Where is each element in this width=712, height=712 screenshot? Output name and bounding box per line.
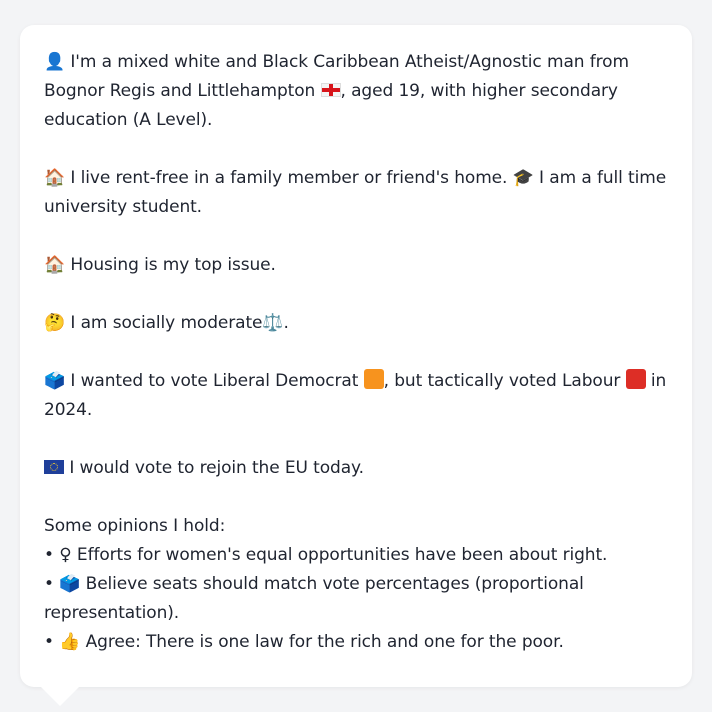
bullet-dot: •: [44, 545, 54, 565]
top-issue-paragraph: 🏠 Housing is my top issue.: [44, 251, 668, 280]
graduation-cap-icon: 🎓: [512, 168, 534, 188]
ballot-box-icon: 🗳️: [44, 371, 66, 391]
orange-square-icon: [363, 369, 384, 389]
vote-paragraph: 🗳️ I wanted to vote Liberal Democrat , b…: [44, 367, 668, 425]
england-flag-icon: [320, 83, 341, 97]
scales-icon: ⚖️: [262, 313, 284, 333]
bullet-dot: •: [44, 574, 54, 594]
thinking-face-icon: 🤔: [44, 313, 66, 333]
bullet-dot: •: [44, 632, 54, 652]
profile-text: 👤 I'm a mixed white and Black Caribbean …: [44, 48, 668, 657]
list-item: • 👍 Agree: There is one law for the rich…: [44, 628, 668, 657]
person-icon: 👤: [44, 52, 66, 72]
identity-paragraph: 👤 I'm a mixed white and Black Caribbean …: [44, 48, 668, 135]
vote-text-2: , but tactically voted Labour: [383, 371, 621, 391]
opinion-text: Agree: There is one law for the rich and…: [85, 632, 564, 652]
red-square-icon: [625, 369, 646, 389]
eu-text: I would vote to rejoin the EU today.: [69, 458, 364, 478]
female-sign-icon: ♀: [59, 545, 72, 565]
opinions-section: Some opinions I hold: • ♀ Efforts for wo…: [44, 512, 668, 657]
profile-card: 👤 I'm a mixed white and Black Caribbean …: [20, 25, 692, 687]
eu-paragraph: I would vote to rejoin the EU today.: [44, 454, 668, 483]
speech-bubble-tail: [40, 686, 80, 706]
social-text: I am socially moderate: [70, 313, 263, 333]
top-issue-text: Housing is my top issue.: [70, 255, 276, 275]
house-icon: 🏠: [44, 168, 66, 188]
living-paragraph: 🏠 I live rent-free in a family member or…: [44, 164, 668, 222]
opinion-text: Believe seats should match vote percenta…: [44, 574, 584, 623]
living-text: I live rent-free in a family member or f…: [70, 168, 508, 188]
social-text-2: .: [283, 313, 289, 333]
eu-flag-icon: [44, 460, 64, 474]
list-item: • ♀ Efforts for women's equal opportunit…: [44, 541, 668, 570]
social-paragraph: 🤔 I am socially moderate⚖️.: [44, 309, 668, 338]
opinion-text: Efforts for women's equal opportunities …: [76, 545, 608, 565]
house-icon: 🏠: [44, 255, 66, 275]
opinions-heading: Some opinions I hold:: [44, 516, 226, 536]
list-item: • 🗳️ Believe seats should match vote per…: [44, 570, 668, 628]
ballot-box-icon: 🗳️: [59, 574, 81, 594]
thumbs-up-icon: 👍: [59, 632, 81, 652]
vote-text: I wanted to vote Liberal Democrat: [70, 371, 359, 391]
